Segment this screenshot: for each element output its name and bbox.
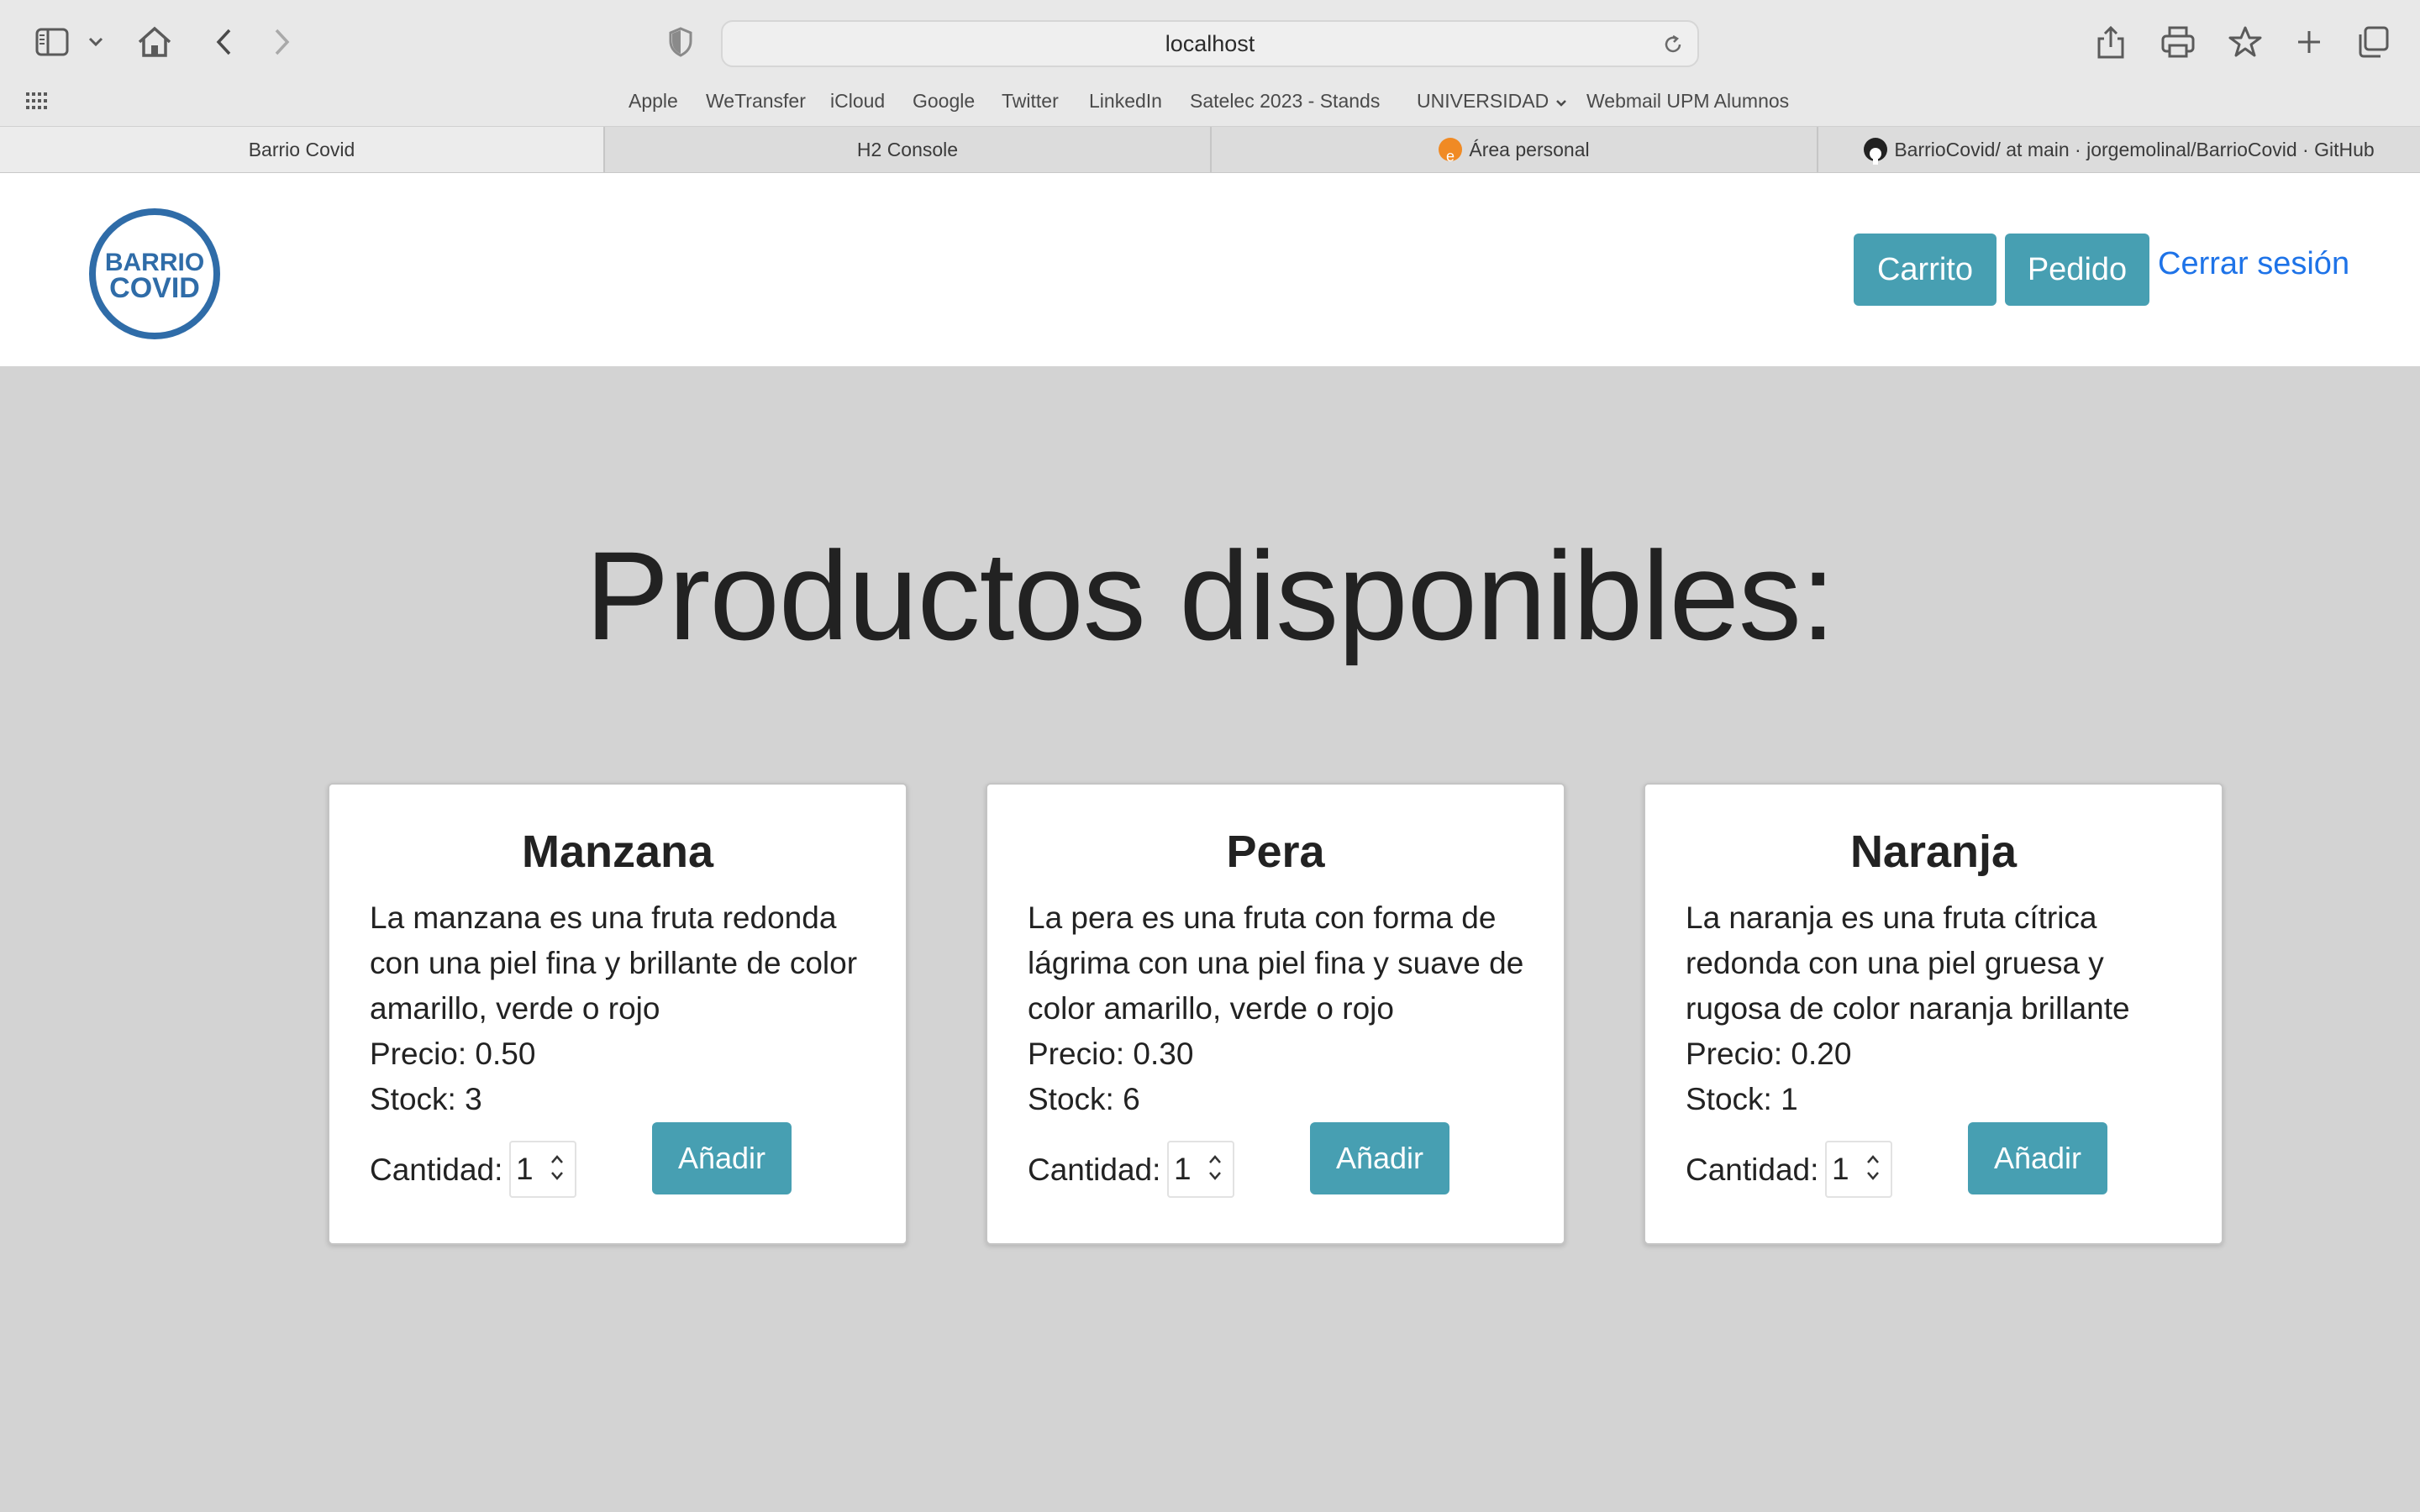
favorite-universidad-label: UNIVERSIDAD bbox=[1417, 90, 1549, 112]
favorite-google[interactable]: Google bbox=[913, 84, 975, 118]
quantity-label: Cantidad: bbox=[1686, 1152, 1819, 1187]
product-price: Precio: 0.30 bbox=[1028, 1037, 1194, 1071]
favorite-webmail-upm[interactable]: Webmail UPM Alumnos bbox=[1586, 84, 1789, 118]
shield-icon[interactable] bbox=[664, 25, 697, 59]
product-stock: Stock: 1 bbox=[1686, 1082, 1798, 1116]
tab-label: Barrio Covid bbox=[248, 139, 355, 160]
share-icon[interactable] bbox=[2092, 24, 2129, 60]
product-name: Manzana bbox=[521, 827, 714, 877]
favorites-bar: Apple WeTransfer iCloud Google Twitter L… bbox=[0, 84, 2420, 118]
moodle-favicon-icon: e bbox=[1439, 137, 1463, 165]
logo-bottom-text: COVID bbox=[109, 272, 200, 304]
tab-label: Área personal bbox=[1469, 139, 1590, 160]
quantity-stepper[interactable]: 1 bbox=[1167, 1141, 1234, 1198]
sidebar-toggle-icon[interactable] bbox=[34, 25, 71, 59]
quantity-stepper[interactable]: 1 bbox=[1825, 1141, 1892, 1198]
stepper-arrows-icon[interactable] bbox=[550, 1151, 565, 1184]
order-button[interactable]: Pedido bbox=[2005, 234, 2149, 306]
quantity-value: 1 bbox=[1174, 1152, 1192, 1186]
favorite-linkedin[interactable]: LinkedIn bbox=[1089, 84, 1162, 118]
stepper-arrows-icon[interactable] bbox=[1865, 1151, 1881, 1184]
site-navbar: BARRIO COVID Carrito Pedido Cerrar sesió… bbox=[0, 173, 2420, 366]
quantity-label: Cantidad: bbox=[370, 1152, 503, 1187]
product-description: La pera es una fruta con forma de lágrim… bbox=[1028, 900, 1524, 1026]
quantity-label: Cantidad: bbox=[1028, 1152, 1161, 1187]
chevron-down-icon bbox=[1555, 84, 1567, 118]
chevron-down-icon[interactable] bbox=[84, 30, 108, 54]
product-price: Precio: 0.50 bbox=[370, 1037, 536, 1071]
tab-barrio-covid[interactable]: Barrio Covid bbox=[0, 127, 603, 172]
github-favicon-icon bbox=[1864, 137, 1888, 165]
back-icon[interactable] bbox=[210, 25, 237, 59]
forward-icon[interactable] bbox=[269, 25, 296, 59]
tab-area-personal[interactable]: e Área personal bbox=[1210, 127, 1817, 172]
product-name: Naranja bbox=[1849, 827, 2018, 877]
home-icon[interactable] bbox=[134, 24, 175, 60]
product-price: Precio: 0.20 bbox=[1686, 1037, 1852, 1071]
product-stock: Stock: 3 bbox=[370, 1082, 482, 1116]
tab-overview-icon[interactable] bbox=[2354, 24, 2391, 60]
new-tab-icon[interactable] bbox=[2292, 25, 2326, 59]
page-title: Productos disponibles: bbox=[585, 525, 1835, 666]
favorite-icloud[interactable]: iCloud bbox=[830, 84, 885, 118]
reload-icon[interactable] bbox=[1662, 34, 1684, 60]
favorite-wetransfer[interactable]: WeTransfer bbox=[706, 84, 806, 118]
url-text: localhost bbox=[1165, 31, 1255, 56]
favorite-apple[interactable]: Apple bbox=[629, 84, 678, 118]
product-description: La naranja es una fruta cítrica redonda … bbox=[1686, 900, 2130, 1026]
tab-bar: Barrio Covid H2 Console e Área personal B… bbox=[0, 126, 2420, 173]
browser-toolbar: localhost bbox=[0, 0, 2420, 84]
tab-github[interactable]: BarrioCovid/ at main · jorgemolinal/Barr… bbox=[1817, 127, 2420, 172]
product-card-naranja: Naranja La naranja es una fruta cítrica … bbox=[1644, 783, 2223, 1245]
bookmark-star-icon[interactable] bbox=[2227, 24, 2264, 60]
stepper-arrows-icon[interactable] bbox=[1207, 1151, 1223, 1184]
barrio-covid-logo[interactable]: BARRIO COVID bbox=[87, 207, 222, 341]
quantity-value: 1 bbox=[516, 1152, 534, 1186]
tab-label: BarrioCovid/ at main · jorgemolinal/Barr… bbox=[1894, 139, 2375, 160]
address-bar[interactable]: localhost bbox=[721, 20, 1699, 67]
cart-button[interactable]: Carrito bbox=[1854, 234, 1996, 306]
quantity-value: 1 bbox=[1832, 1152, 1849, 1186]
product-description: La manzana es una fruta redonda con una … bbox=[370, 900, 858, 1026]
tab-h2-console[interactable]: H2 Console bbox=[603, 127, 1210, 172]
svg-text:e: e bbox=[1446, 148, 1455, 165]
add-to-cart-button[interactable]: Añadir bbox=[652, 1122, 792, 1194]
add-to-cart-button[interactable]: Añadir bbox=[1968, 1122, 2107, 1194]
logout-link[interactable]: Cerrar sesión bbox=[2158, 245, 2349, 282]
add-to-cart-button[interactable]: Añadir bbox=[1310, 1122, 1449, 1194]
product-card-pera: Pera La pera es una fruta con forma de l… bbox=[986, 783, 1565, 1245]
product-card-manzana: Manzana La manzana es una fruta redonda … bbox=[328, 783, 908, 1245]
product-name: Pera bbox=[1226, 827, 1325, 877]
print-icon[interactable] bbox=[2158, 24, 2198, 60]
favorite-twitter[interactable]: Twitter bbox=[1002, 84, 1059, 118]
tab-label: H2 Console bbox=[856, 139, 959, 160]
quantity-stepper[interactable]: 1 bbox=[509, 1141, 576, 1198]
browser-chrome: localhost Apple WeTransfer iCloud Google… bbox=[0, 0, 2420, 173]
favorite-satelec[interactable]: Satelec 2023 - Stands bbox=[1190, 84, 1380, 118]
product-stock: Stock: 6 bbox=[1028, 1082, 1140, 1116]
favorite-universidad-folder[interactable]: UNIVERSIDAD bbox=[1417, 84, 1567, 119]
